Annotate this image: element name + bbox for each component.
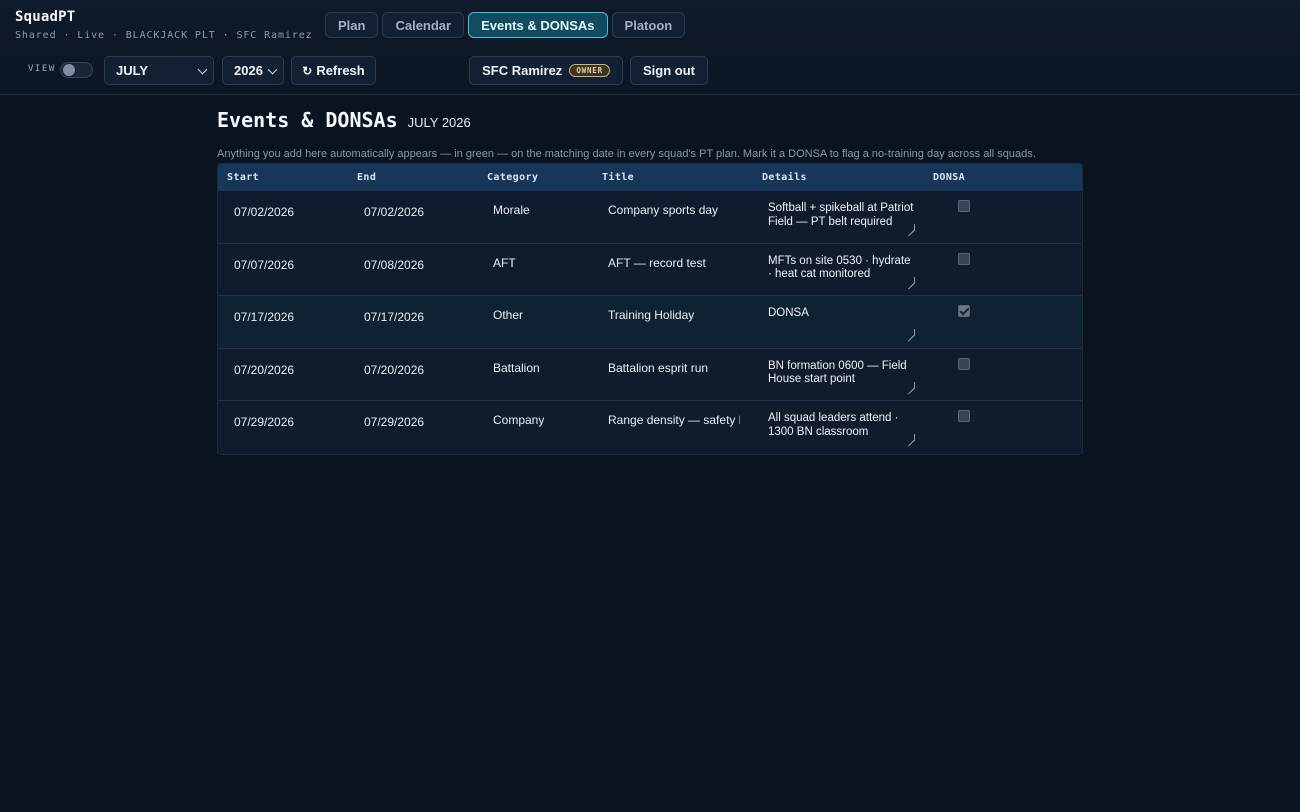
resize-handle-icon[interactable]	[908, 329, 915, 336]
role-badge: OWNER	[569, 64, 610, 77]
tab-calendar[interactable]: Calendar	[382, 12, 465, 38]
category-select[interactable]: Battalion	[493, 361, 540, 375]
details-textarea[interactable]: All squad leaders attend · 1300 BN class…	[768, 412, 916, 442]
details-textarea[interactable]: BN formation 0600 — Field House start po…	[768, 360, 916, 390]
resize-handle-icon[interactable]	[908, 381, 915, 389]
category-select[interactable]: Company	[493, 413, 544, 427]
year-value: 2026	[234, 63, 263, 78]
page-title: Events & DONSAs	[217, 108, 398, 132]
chevron-down-icon	[267, 64, 278, 75]
resize-handle-icon[interactable]	[908, 434, 915, 441]
user-button[interactable]: SFC Ramirez OWNER	[469, 56, 623, 85]
table-row: 07/20/2026 07/20/2026 Battalion Battalio…	[218, 348, 1082, 401]
end-date-field[interactable]: 07/02/2026	[364, 205, 424, 219]
donsa-checkbox[interactable]	[958, 410, 970, 422]
header-end: End	[357, 172, 377, 183]
category-select[interactable]: Other	[493, 308, 523, 322]
end-date-field[interactable]: 07/20/2026	[364, 363, 424, 377]
start-date-field[interactable]: 07/29/2026	[234, 415, 294, 429]
table-header: Start End Category Title Details DONSA	[218, 164, 1082, 191]
table-row: 07/07/2026 07/08/2026 AFT AFT — record t…	[218, 243, 1082, 296]
user-name: SFC Ramirez	[482, 63, 563, 78]
title-input[interactable]: Training Holiday	[608, 308, 740, 322]
header-title: Title	[602, 172, 635, 183]
start-date-field[interactable]: 07/20/2026	[234, 363, 294, 377]
table-row: 07/02/2026 07/02/2026 Morale Company spo…	[218, 191, 1082, 244]
top-bar: SquadPT Shared · Live · BLACKJACK PLT · …	[0, 0, 1300, 95]
details-textarea[interactable]: DONSA	[768, 307, 916, 337]
title-input[interactable]: AFT — record test	[608, 256, 740, 270]
donsa-checkbox[interactable]	[958, 357, 970, 370]
chevron-down-icon	[197, 64, 208, 75]
brand: SquadPT Shared · Live · BLACKJACK PLT · …	[15, 9, 313, 41]
main-content: Events & DONSAs JULY 2026 Anything you a…	[217, 108, 1083, 455]
category-select[interactable]: Morale	[493, 203, 530, 217]
donsa-checkbox[interactable]	[958, 305, 970, 317]
events-table: Start End Category Title Details DONSA 0…	[217, 163, 1083, 455]
title-input[interactable]: Range density — safety brief	[608, 413, 740, 427]
month-value: JULY	[116, 63, 149, 78]
table-row: 07/29/2026 07/29/2026 Company Range dens…	[218, 401, 1082, 454]
tab-events-donsas[interactable]: Events & DONSAs	[468, 12, 608, 38]
end-date-field[interactable]: 07/08/2026	[364, 258, 424, 272]
help-text: Anything you add here automatically appe…	[217, 148, 1036, 160]
details-textarea[interactable]: Softball + spikeball at Patriot Field — …	[768, 202, 916, 232]
start-date-field[interactable]: 07/07/2026	[234, 258, 294, 272]
details-textarea[interactable]: MFTs on site 0530 · hydrate · heat cat m…	[768, 255, 916, 285]
resize-handle-icon[interactable]	[908, 276, 915, 284]
header-category: Category	[487, 172, 539, 183]
month-select[interactable]: JULY	[104, 56, 214, 85]
title-input[interactable]: Battalion esprit run	[608, 361, 740, 375]
toggle-knob	[63, 64, 75, 76]
main-tabs: Plan Calendar Events & DONSAs Platoon	[325, 12, 686, 38]
header-start: Start	[227, 172, 260, 183]
tab-plan[interactable]: Plan	[325, 12, 379, 38]
category-select[interactable]: AFT	[493, 256, 516, 270]
resize-handle-icon[interactable]	[908, 224, 915, 231]
start-date-field[interactable]: 07/02/2026	[234, 205, 294, 219]
tab-platoon[interactable]: Platoon	[611, 12, 686, 38]
end-date-field[interactable]: 07/17/2026	[364, 310, 424, 324]
app-name: SquadPT	[15, 9, 76, 25]
app-subtitle: Shared · Live · BLACKJACK PLT · SFC Rami…	[15, 30, 313, 41]
header-donsa: DONSA	[933, 172, 966, 183]
year-select[interactable]: 2026	[222, 56, 284, 85]
end-date-field[interactable]: 07/29/2026	[364, 415, 424, 429]
title-input[interactable]: Company sports day	[608, 203, 740, 217]
page-heading: Events & DONSAs JULY 2026	[217, 108, 1083, 132]
refresh-button[interactable]: ↻ Refresh	[291, 56, 376, 85]
refresh-icon: ↻	[302, 63, 313, 78]
refresh-label: Refresh	[316, 63, 365, 78]
period-label: JULY 2026	[407, 115, 471, 130]
header-details: Details	[762, 172, 807, 183]
donsa-checkbox[interactable]	[958, 200, 970, 212]
start-date-field[interactable]: 07/17/2026	[234, 310, 294, 324]
table-row: 07/17/2026 07/17/2026 Other Training Hol…	[218, 296, 1082, 349]
sign-out-button[interactable]: Sign out	[630, 56, 708, 85]
view-toggle[interactable]	[60, 62, 93, 78]
view-label: VIEW	[28, 64, 56, 74]
donsa-checkbox[interactable]	[958, 252, 970, 265]
